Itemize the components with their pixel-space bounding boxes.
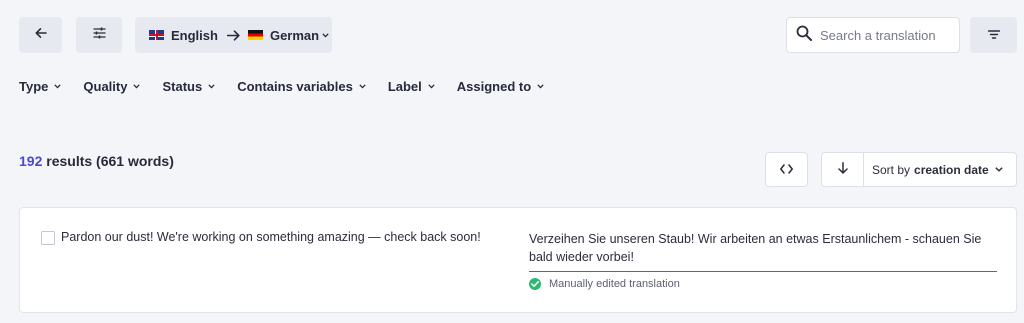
- filter-bar: Type Quality Status Contains variables L…: [19, 79, 566, 94]
- results-summary: 192 results (661 words): [19, 153, 174, 169]
- chevron-down-icon: [537, 84, 544, 89]
- filter-quality[interactable]: Quality: [83, 79, 141, 94]
- filter-type[interactable]: Type: [19, 79, 62, 94]
- search-field[interactable]: [786, 17, 960, 53]
- source-text: Pardon our dust! We're working on someth…: [61, 230, 481, 244]
- german-flag-icon: [247, 30, 263, 40]
- language-pair-selector[interactable]: English German: [135, 17, 332, 53]
- filter-label: Assigned to: [456, 79, 532, 94]
- toggle-code-view-button[interactable]: [765, 152, 808, 187]
- translation-status: Manually edited translation: [529, 278, 680, 290]
- filter-label: Contains variables: [237, 79, 353, 94]
- sort-by-select[interactable]: Sort by creation date: [864, 153, 1016, 186]
- arrow-left-icon: [35, 26, 47, 44]
- filter-button[interactable]: [970, 17, 1017, 53]
- filter-assigned-to[interactable]: Assigned to: [457, 79, 544, 94]
- target-language-label: German: [269, 27, 320, 43]
- search-input[interactable]: [820, 27, 950, 43]
- chevron-down-icon: [133, 84, 141, 89]
- filter-label-dropdown[interactable]: Label: [388, 79, 435, 94]
- settings-button[interactable]: [76, 17, 122, 53]
- filter-label: Quality: [83, 79, 128, 94]
- sort-prefix: Sort by: [872, 162, 911, 177]
- code-brackets-icon: [780, 161, 793, 179]
- chevron-down-icon: [54, 84, 62, 89]
- source-language-label: English: [171, 27, 218, 43]
- translation-row: Pardon our dust! We're working on someth…: [19, 207, 1017, 313]
- arrow-down-icon: [837, 161, 848, 179]
- sort-direction-button[interactable]: [822, 153, 864, 186]
- results-suffix: results (661 words): [46, 153, 174, 169]
- filter-contains-variables[interactable]: Contains variables: [237, 79, 366, 94]
- filter-status[interactable]: Status: [162, 79, 215, 94]
- chevron-down-icon: [428, 84, 435, 89]
- chevron-down-icon: [208, 84, 215, 89]
- check-circle-icon: [529, 278, 541, 290]
- sliders-icon: [93, 26, 106, 44]
- filter-label: Label: [387, 79, 422, 94]
- filter-label: Type: [19, 79, 49, 94]
- status-label: Manually edited translation: [549, 278, 680, 290]
- select-translation-checkbox[interactable]: [41, 231, 55, 245]
- filter-label: Status: [162, 79, 203, 94]
- chevron-down-icon: [322, 30, 329, 40]
- sort-value: creation date: [914, 162, 989, 177]
- sort-control: Sort by creation date: [821, 152, 1017, 187]
- filter-lines-icon: [987, 26, 1000, 44]
- search-icon: [796, 25, 812, 46]
- target-text-editor[interactable]: Verzeihen Sie unseren Staub! Wir arbeite…: [529, 230, 994, 266]
- back-button[interactable]: [19, 17, 62, 53]
- target-underline: [529, 271, 997, 272]
- arrow-right-icon: [226, 29, 240, 41]
- chevron-down-icon: [995, 167, 1003, 172]
- uk-flag-icon: [149, 30, 164, 40]
- results-count: 192: [19, 153, 43, 169]
- chevron-down-icon: [359, 84, 366, 89]
